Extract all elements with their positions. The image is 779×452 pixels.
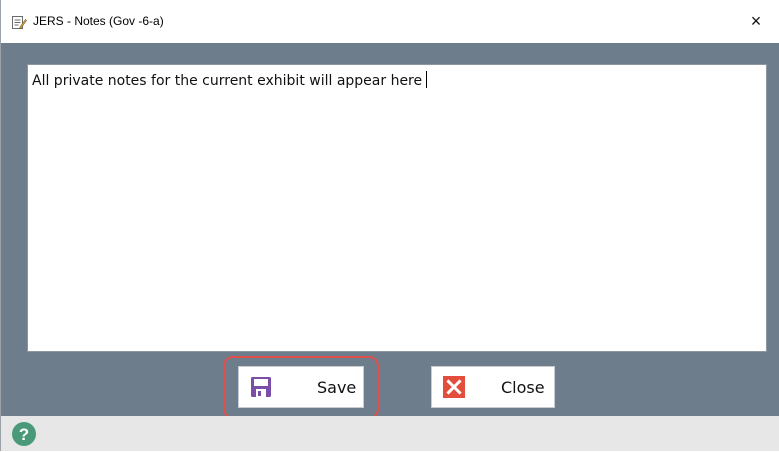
close-button[interactable]: Close [431, 366, 555, 408]
notes-text: All private notes for the current exhibi… [32, 73, 423, 89]
window-close-button[interactable]: × [733, 0, 779, 43]
floppy-disk-icon [249, 375, 273, 399]
help-icon[interactable]: ? [11, 421, 37, 447]
text-caret [426, 71, 428, 88]
save-button-label: Save [317, 378, 357, 397]
save-button[interactable]: Save [238, 366, 364, 408]
notes-text-area[interactable]: All private notes for the current exhibi… [27, 64, 767, 352]
title-bar: JERS - Notes (Gov -6-a) × [1, 0, 779, 43]
red-x-icon [442, 375, 466, 399]
notes-dialog-window: JERS - Notes (Gov -6-a) × All private no… [0, 0, 779, 451]
close-button-label: Close [501, 378, 545, 397]
status-bar: ? [1, 416, 779, 451]
notes-app-icon [11, 14, 27, 30]
window-title: JERS - Notes (Gov -6-a) [33, 14, 164, 28]
help-glyph: ? [19, 425, 29, 444]
close-icon: × [750, 11, 762, 31]
